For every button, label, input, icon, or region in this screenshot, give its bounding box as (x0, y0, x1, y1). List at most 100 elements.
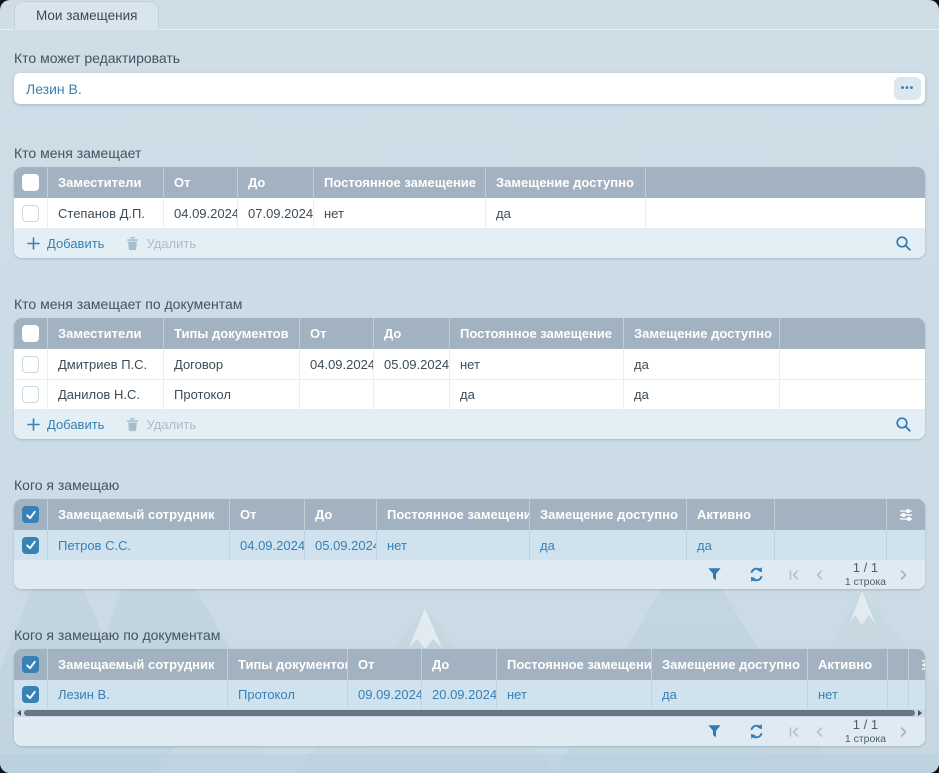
chevron-left-icon[interactable] (813, 725, 827, 739)
column-header-from[interactable]: От (348, 649, 422, 680)
table-footer-bar: Добавить Удалить (14, 409, 925, 439)
select-all-checkbox[interactable] (22, 506, 39, 523)
column-header-doctypes[interactable]: Типы документов (164, 318, 300, 349)
column-header-from[interactable]: От (230, 499, 305, 530)
header-checkbox-cell (14, 318, 48, 349)
cell-from: 04.09.2024 (230, 530, 305, 560)
delete-button[interactable]: Удалить (126, 236, 196, 251)
cell-permanent: нет (497, 680, 652, 709)
page-number: 1 / 1 (853, 561, 878, 576)
editor-field: ••• (14, 73, 925, 104)
header-checkbox-cell (14, 499, 48, 530)
column-header-available[interactable]: Замещение доступно (624, 318, 780, 349)
trash-icon (126, 417, 139, 432)
table-header-row: Замещаемый сотрудник От До Постоянное за… (14, 499, 925, 530)
cell-permanent: да (450, 380, 624, 409)
column-header-active[interactable]: Активно (687, 499, 775, 530)
column-chooser-icon[interactable] (920, 657, 925, 673)
header-checkbox-cell (14, 649, 48, 680)
row-checkbox[interactable] (22, 386, 39, 403)
cell-from: 04.09.2024 (164, 198, 238, 228)
row-checkbox[interactable] (22, 356, 39, 373)
column-header-available[interactable]: Замещение доступно (530, 499, 687, 530)
delete-button[interactable]: Удалить (126, 417, 196, 432)
chevron-right-icon[interactable] (896, 725, 910, 739)
select-all-checkbox[interactable] (22, 174, 39, 191)
select-all-checkbox[interactable] (22, 656, 39, 673)
scroll-right-arrow-icon[interactable] (918, 710, 922, 716)
column-header-to[interactable]: До (305, 499, 377, 530)
add-button[interactable]: Добавить (27, 236, 104, 251)
table-header-row: Замещаемый сотрудник Типы документов От … (14, 649, 925, 680)
tab-my-substitutions[interactable]: Мои замещения (14, 1, 159, 30)
column-header-permanent[interactable]: Постоянное замещение (497, 649, 652, 680)
check-icon (25, 539, 37, 551)
row-checkbox[interactable] (22, 537, 39, 554)
stage: Мои замещения Кто может редактировать ••… (0, 0, 939, 773)
cell-from (300, 380, 374, 409)
column-header-employee-label: Замещаемый сотрудник (58, 657, 214, 672)
select-all-checkbox[interactable] (22, 325, 39, 342)
cell-deputy: Дмитриев П.С. (48, 349, 164, 379)
column-header-permanent[interactable]: Постоянное замещение (314, 167, 486, 198)
column-header-empty (646, 167, 925, 198)
table-whom-i-replace-by-documents: Замещаемый сотрудник Типы документов От … (14, 649, 925, 746)
add-button[interactable]: Добавить (27, 417, 104, 432)
ellipsis-icon: ••• (901, 84, 915, 94)
editor-input[interactable] (14, 73, 925, 104)
row-count: 1 строка (845, 733, 886, 745)
column-header-deputies[interactable]: Заместители (48, 167, 164, 198)
column-header-from[interactable]: От (164, 167, 238, 198)
column-header-from[interactable]: От (300, 318, 374, 349)
chevron-right-icon[interactable] (896, 568, 910, 582)
column-header-active[interactable]: Активно (808, 649, 888, 680)
row-checkbox[interactable] (22, 205, 39, 222)
column-header-permanent[interactable]: Постоянное замещение (377, 499, 530, 530)
first-page-icon[interactable] (787, 568, 801, 582)
cell-permanent: нет (314, 198, 486, 228)
column-header-to[interactable]: До (374, 318, 450, 349)
table-row[interactable]: Дмитриев П.С. Договор 04.09.2024 05.09.2… (14, 349, 925, 379)
column-header-to[interactable]: До (238, 167, 314, 198)
table-toolbar: 1 / 1 1 строка (14, 717, 925, 746)
cell-deputy: Данилов Н.С. (48, 380, 164, 409)
delete-button-label: Удалить (146, 417, 196, 432)
table-row-selected[interactable]: Лезин В. Протокол 09.09.2024 20.09.2024 … (14, 680, 925, 709)
column-header-available[interactable]: Замещение доступно (486, 167, 646, 198)
table-row-selected[interactable]: Петров С.С. 04.09.2024 05.09.2024 нет да… (14, 530, 925, 560)
cell-to: 05.09.2024 (374, 349, 450, 379)
cell-employee: Лезин В. (48, 680, 228, 709)
table-row[interactable]: Степанов Д.П. 04.09.2024 07.09.2024 нет … (14, 198, 925, 228)
scrollbar-thumb[interactable] (24, 710, 915, 716)
search-icon[interactable] (895, 235, 912, 252)
filter-icon[interactable] (707, 567, 722, 582)
column-header-available[interactable]: Замещение доступно (652, 649, 808, 680)
chevron-left-icon[interactable] (813, 568, 827, 582)
table-who-replaces-me: Заместители От До Постоянное замещение З… (14, 167, 925, 258)
horizontal-scrollbar[interactable] (14, 709, 925, 717)
cell-available: да (624, 380, 780, 409)
refresh-icon[interactable] (748, 566, 765, 583)
first-page-icon[interactable] (787, 725, 801, 739)
column-chooser-icon[interactable] (898, 507, 914, 523)
column-header-employee[interactable]: Замещаемый сотрудник (48, 499, 230, 530)
cell-empty (888, 680, 909, 709)
section-title-who-replaces-me: Кто меня замещает (14, 145, 925, 161)
column-header-doctypes[interactable]: Типы документов (228, 649, 348, 680)
scroll-left-arrow-icon[interactable] (17, 710, 21, 716)
cell-empty (780, 349, 925, 379)
table-whom-i-replace: Замещаемый сотрудник От До Постоянное за… (14, 499, 925, 589)
table-who-replaces-me-by-documents: Заместители Типы документов От До Постоя… (14, 318, 925, 439)
table-row[interactable]: Данилов Н.С. Протокол да да (14, 379, 925, 409)
row-checkbox[interactable] (22, 686, 39, 703)
search-icon[interactable] (895, 416, 912, 433)
column-header-to[interactable]: До (422, 649, 497, 680)
column-header-deputies[interactable]: Заместители (48, 318, 164, 349)
lookup-more-button[interactable]: ••• (894, 77, 921, 100)
column-header-permanent[interactable]: Постоянное замещение (450, 318, 624, 349)
filter-icon[interactable] (707, 724, 722, 739)
table-header-row: Заместители Типы документов От До Постоя… (14, 318, 925, 349)
column-header-employee[interactable]: Замещаемый сотрудник (48, 649, 228, 680)
refresh-icon[interactable] (748, 723, 765, 740)
row-checkbox-cell (14, 680, 48, 709)
